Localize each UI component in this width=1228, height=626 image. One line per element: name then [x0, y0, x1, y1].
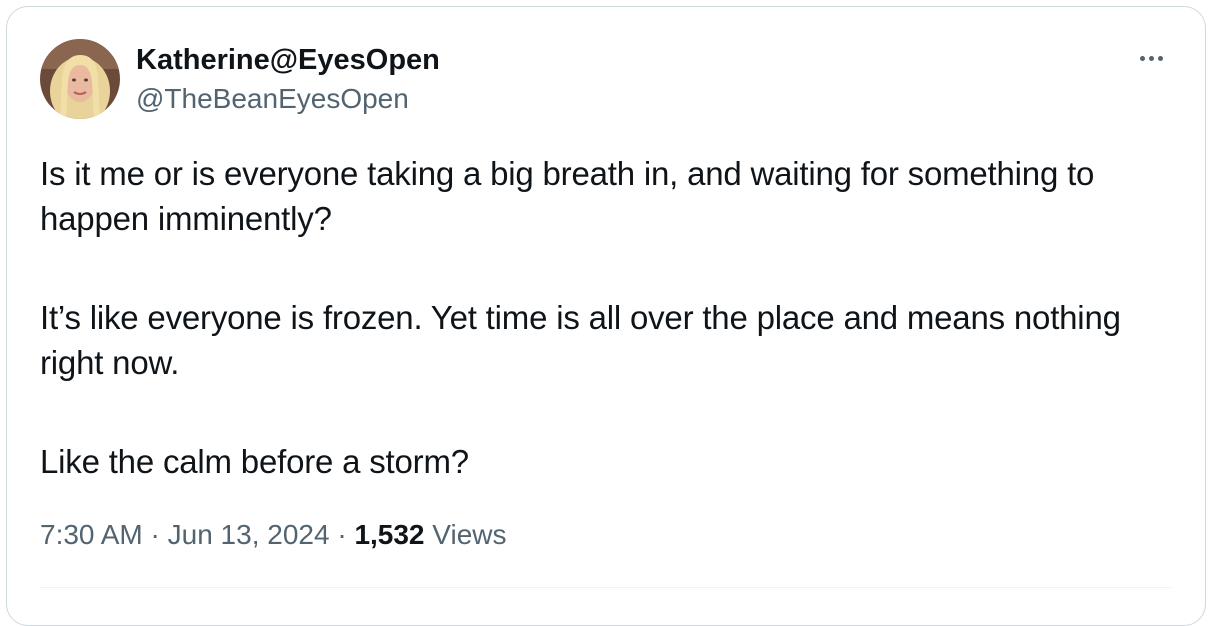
more-options-button[interactable] [1131, 43, 1171, 73]
tweet-paragraph: It’s like everyone is frozen. Yet time i… [40, 299, 1121, 381]
tweet-date[interactable]: Jun 13, 2024 [168, 519, 330, 550]
avatar[interactable] [40, 39, 120, 119]
more-horizontal-icon [1148, 55, 1154, 61]
meta-separator: · [337, 519, 347, 550]
tweet-meta: 7:30 AM · Jun 13, 2024 · 1,532 Views [40, 517, 506, 553]
tweet-text: Is it me or is everyone taking a big bre… [40, 151, 1180, 484]
author-info: Katherine@EyesOpen @TheBeanEyesOpen [136, 43, 440, 117]
tweet-time[interactable]: 7:30 AM [40, 519, 143, 550]
views-count: 1,532 [354, 519, 425, 550]
tweet-paragraph: Like the calm before a storm? [40, 443, 469, 480]
views-label: Views [432, 519, 507, 550]
tweet-paragraph: Is it me or is everyone taking a big bre… [40, 155, 1095, 237]
more-horizontal-icon [1139, 55, 1145, 61]
more-horizontal-icon [1157, 55, 1163, 61]
display-name[interactable]: Katherine@EyesOpen [136, 43, 440, 77]
meta-separator: · [150, 519, 160, 550]
avatar-image [40, 39, 120, 119]
user-handle[interactable]: @TheBeanEyesOpen [136, 81, 440, 117]
divider [40, 587, 1171, 588]
tweet-card: Katherine@EyesOpen @TheBeanEyesOpen Is i… [6, 6, 1206, 626]
